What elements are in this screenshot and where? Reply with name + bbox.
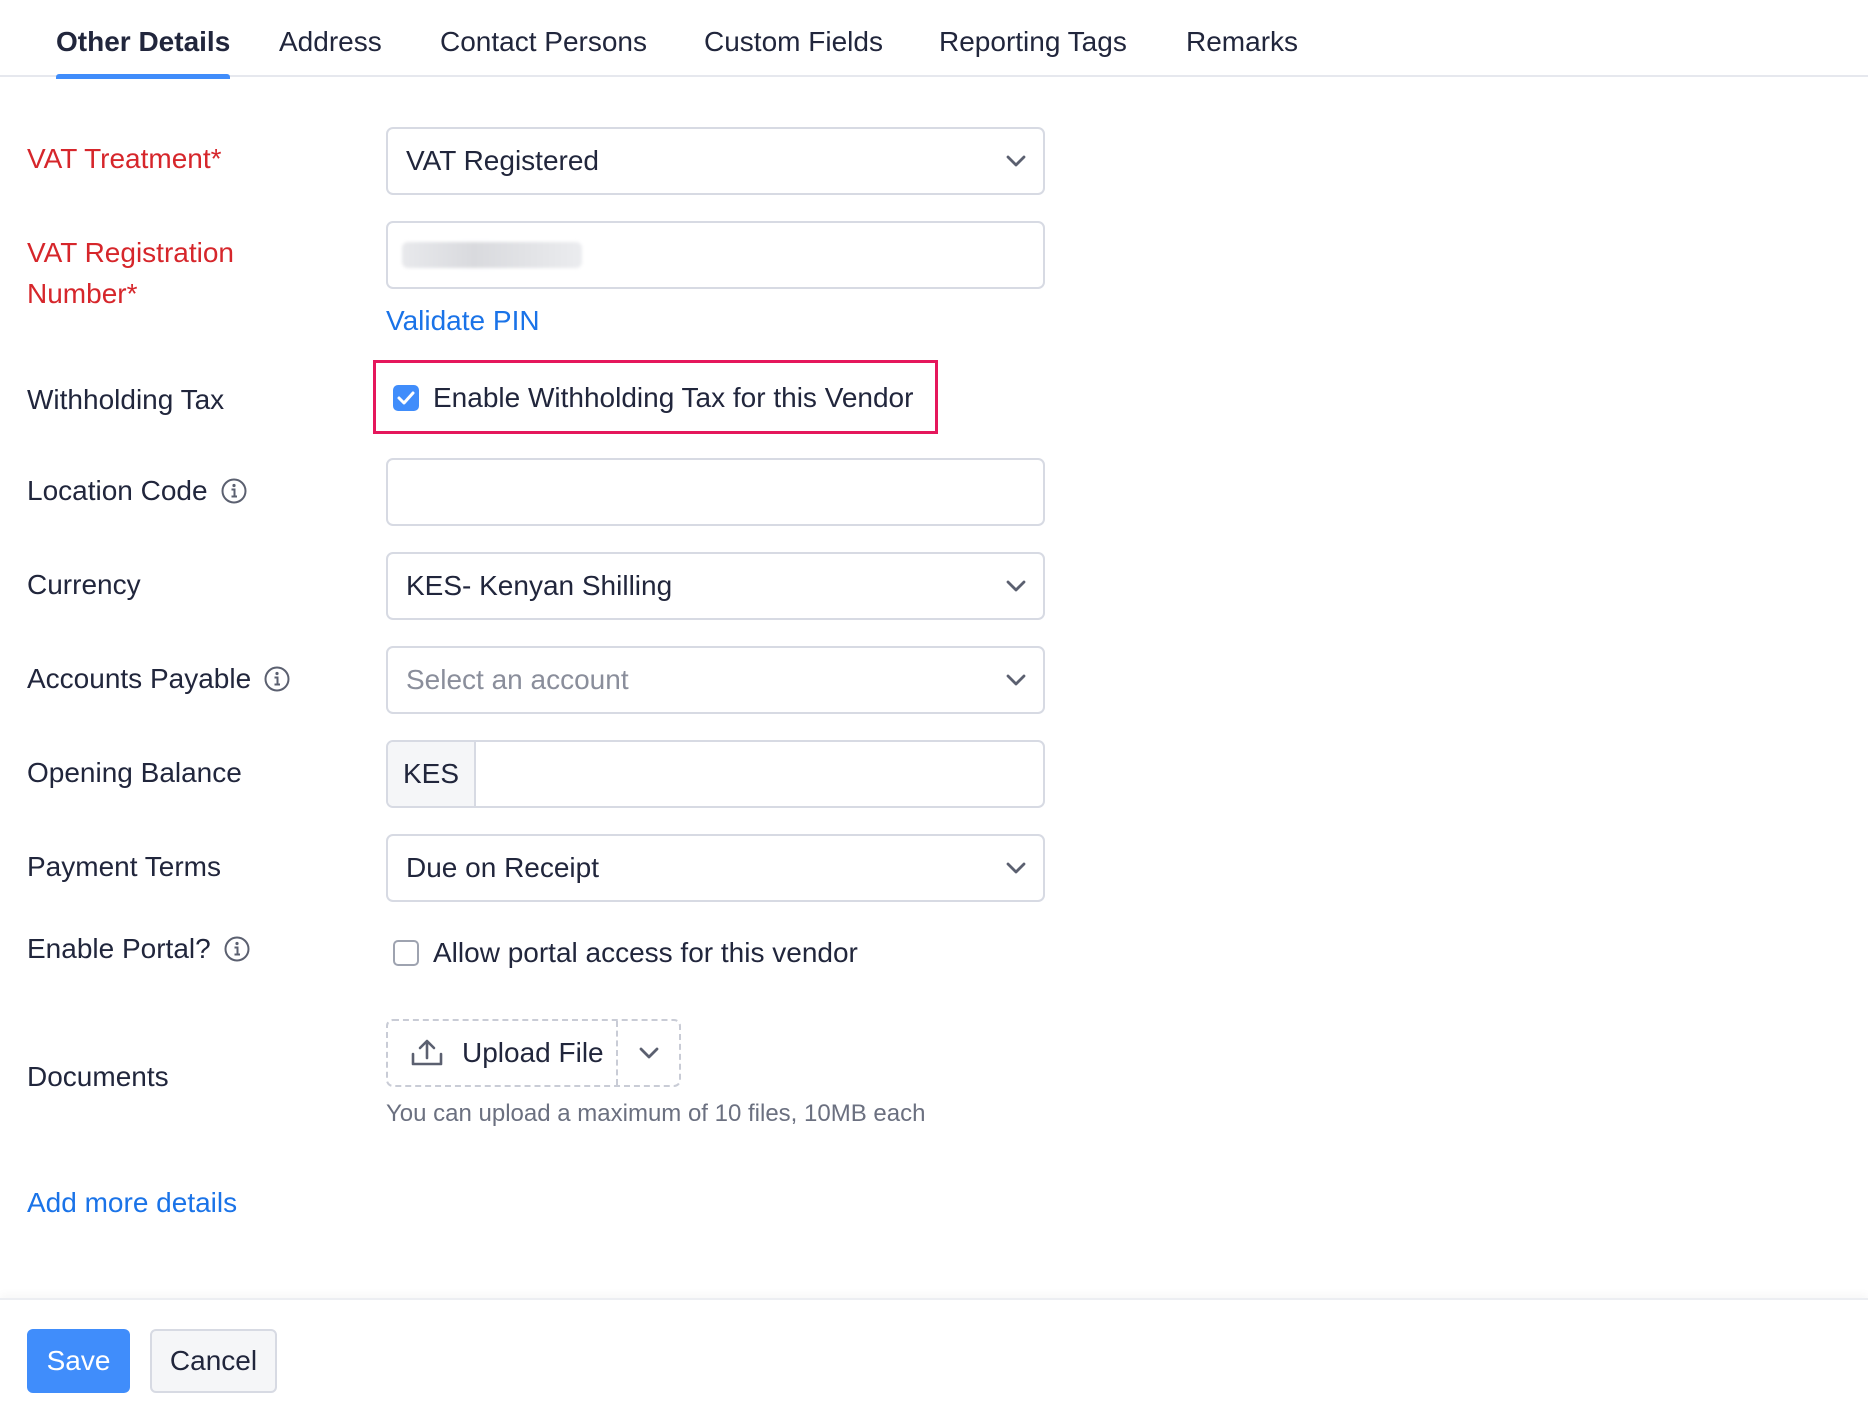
currency-label: Currency [27,569,141,600]
withholding-tax-checkbox[interactable] [393,385,419,411]
opening-balance-field: KES [386,740,1045,808]
accounts-payable-label-text: Accounts Payable [27,663,252,694]
payment-terms-label: Payment Terms [27,851,221,882]
tab-other-details[interactable]: Other Details [56,0,231,79]
location-code-input[interactable] [386,458,1045,526]
vat-registration-label-line2: Number* [27,278,138,309]
tab-label: Contact Persons [440,26,647,57]
tab-custom-fields[interactable]: Custom Fields [704,0,883,77]
cancel-button[interactable]: Cancel [150,1329,277,1393]
accounts-payable-label: Accounts Payable [27,663,291,695]
portal-access-checkbox[interactable] [393,940,419,966]
chevron-down-icon [1006,674,1026,686]
tab-bar: Other Details Address Contact Persons Cu… [0,0,1868,79]
chevron-down-icon [1006,580,1026,592]
opening-balance-input[interactable] [476,742,1043,806]
documents-label: Documents [27,1061,169,1092]
validate-pin-link[interactable]: Validate PIN [386,305,540,337]
checkmark-icon [397,391,415,405]
form-footer [0,1298,1868,1408]
tab-label: Remarks [1186,26,1299,57]
opening-balance-label: Opening Balance [27,757,242,788]
payment-terms-value: Due on Receipt [406,852,600,883]
info-icon[interactable] [263,665,291,693]
enable-portal-label-text: Enable Portal? [27,933,211,964]
withholding-tax-label: Withholding Tax [27,384,225,415]
info-icon[interactable] [223,935,251,963]
portal-access-checkbox-label[interactable]: Allow portal access for this vendor [433,937,858,969]
tab-address[interactable]: Address [279,0,382,77]
vat-registration-input[interactable] [386,221,1045,289]
vat-treatment-select[interactable]: VAT Registered [386,127,1045,195]
currency-prefix: KES [388,742,476,806]
vat-registration-label-line1: VAT Registration [27,237,234,268]
chevron-down-icon [1006,155,1026,167]
payment-terms-select[interactable]: Due on Receipt [386,834,1045,902]
tab-contact-persons[interactable]: Contact Persons [440,0,647,77]
location-code-label: Location Code [27,475,248,507]
chevron-down-icon [639,1047,658,1059]
add-more-details-link[interactable]: Add more details [27,1187,237,1219]
location-code-label-text: Location Code [27,475,208,506]
info-icon[interactable] [220,477,248,505]
save-button[interactable]: Save [27,1329,130,1393]
enable-portal-label: Enable Portal? [27,933,251,965]
active-tab-indicator [56,74,231,79]
redacted-value [402,242,582,268]
chevron-down-icon [1006,862,1026,874]
tab-label: Custom Fields [704,26,883,57]
upload-hint: You can upload a maximum of 10 files, 10… [386,1100,926,1127]
upload-options-dropdown[interactable] [618,1021,679,1085]
accounts-payable-placeholder: Select an account [406,664,629,695]
withholding-tax-checkbox-label[interactable]: Enable Withholding Tax for this Vendor [433,382,913,414]
currency-select[interactable]: KES- Kenyan Shilling [386,552,1045,620]
vat-treatment-label: VAT Treatment* [27,143,222,174]
tab-label: Address [279,26,382,57]
accounts-payable-select[interactable]: Select an account [386,646,1045,714]
upload-file-label: Upload File [462,1037,604,1068]
vat-treatment-value: VAT Registered [406,145,599,176]
tab-remarks[interactable]: Remarks [1186,0,1298,77]
currency-value: KES- Kenyan Shilling [406,570,673,601]
upload-file-button[interactable]: Upload File [388,1021,618,1085]
upload-file-control: Upload File [386,1019,681,1087]
tab-label: Reporting Tags [939,26,1127,57]
tab-label: Other Details [56,26,231,57]
tab-reporting-tags[interactable]: Reporting Tags [939,0,1127,77]
upload-icon [411,1039,443,1066]
